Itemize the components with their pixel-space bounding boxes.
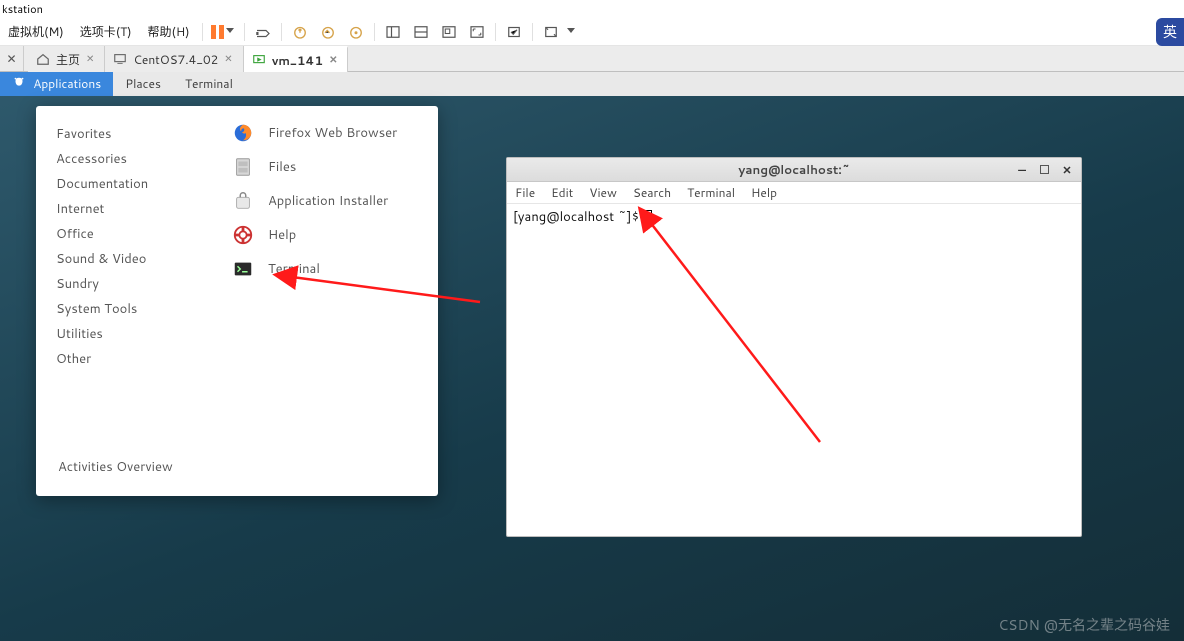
view-thumbnail-icon[interactable] [440, 23, 458, 41]
term-menu-help[interactable]: Help [751, 184, 777, 201]
term-menu-view[interactable]: View [589, 184, 617, 201]
menu-vm[interactable]: 虚拟机(M) [0, 23, 72, 40]
tab-vm141-label: vm_141 [272, 52, 323, 69]
category-internet[interactable]: Internet [56, 197, 206, 222]
vm-menubar: 虚拟机(M) 选项卡(T) 帮助(H) [0, 18, 1184, 46]
terminal-title: yang@localhost:~ [507, 161, 1081, 178]
cursor-icon [645, 210, 652, 223]
category-documentation[interactable]: Documentation [56, 172, 206, 197]
close-icon[interactable]: ✕ [86, 52, 94, 66]
enter-fullscreen-icon[interactable] [505, 23, 523, 41]
close-icon[interactable]: ✕ [1059, 162, 1075, 178]
terminal-window: yang@localhost:~ — ✕ File Edit View Sear… [506, 157, 1082, 537]
close-icon[interactable]: ✕ [329, 53, 337, 67]
snapshot-take-icon[interactable] [291, 23, 309, 41]
app-files-label: Files [268, 158, 296, 176]
lifebuoy-icon [232, 224, 254, 246]
app-installer-label: Application Installer [268, 192, 388, 210]
view-fullscreen-icon[interactable] [468, 23, 486, 41]
sidebar-close-icon[interactable]: ✕ [0, 46, 24, 71]
host-titlebar: kstation [0, 0, 1184, 18]
view-console-icon[interactable] [412, 23, 430, 41]
terminal-icon [232, 258, 254, 280]
stretch-dropdown-icon[interactable] [567, 28, 575, 33]
app-help[interactable]: Help [232, 218, 397, 252]
vm-tabstrip: ✕ 主页 ✕ CentOS7.4_02 ✕ vm_141 ✕ [0, 46, 1184, 72]
pause-dropdown-icon[interactable] [226, 28, 234, 33]
close-icon[interactable]: ✕ [224, 52, 232, 66]
gnome-top-bar: Applications Places Terminal [0, 72, 1184, 96]
ime-badge[interactable]: 英 [1156, 18, 1184, 46]
activities-overview[interactable]: Activities Overview [58, 458, 173, 476]
category-sound-video[interactable]: Sound & Video [56, 247, 206, 272]
snapshot-revert-icon[interactable] [319, 23, 337, 41]
gnome-applications[interactable]: Applications [0, 72, 113, 96]
app-help-label: Help [268, 226, 296, 244]
category-system-tools[interactable]: System Tools [56, 297, 206, 322]
minimize-icon[interactable]: — [1014, 162, 1030, 178]
gnome-applications-label: Applications [33, 75, 101, 92]
foot-icon [12, 76, 26, 90]
category-list: Favorites Accessories Documentation Inte… [56, 122, 206, 372]
snapshot-manage-icon[interactable] [347, 23, 365, 41]
gnome-terminal-menu[interactable]: Terminal [173, 72, 245, 96]
app-installer[interactable]: Application Installer [232, 184, 397, 218]
tab-centos-label: CentOS7.4_02 [133, 51, 218, 68]
terminal-menubar: File Edit View Search Terminal Help [507, 182, 1081, 204]
terminal-titlebar[interactable]: yang@localhost:~ — ✕ [507, 158, 1081, 182]
category-sundry[interactable]: Sundry [56, 272, 206, 297]
category-utilities[interactable]: Utilities [56, 322, 206, 347]
usb-icon[interactable] [254, 23, 272, 41]
app-terminal[interactable]: Terminal [232, 252, 397, 286]
firefox-icon [232, 122, 254, 144]
monitor-icon [113, 52, 127, 66]
term-menu-edit[interactable]: Edit [551, 184, 573, 201]
app-files[interactable]: Files [232, 150, 397, 184]
menu-help[interactable]: 帮助(H) [140, 23, 198, 40]
category-favorites[interactable]: Favorites [56, 122, 206, 147]
app-firefox[interactable]: Firefox Web Browser [232, 116, 397, 150]
app-terminal-label: Terminal [268, 260, 320, 278]
gnome-places[interactable]: Places [113, 72, 173, 96]
view-single-icon[interactable] [384, 23, 402, 41]
category-office[interactable]: Office [56, 222, 206, 247]
menu-tabs[interactable]: 选项卡(T) [72, 23, 140, 40]
tab-home-label: 主页 [56, 51, 80, 68]
guest-desktop: Applications Places Terminal Favorites A… [0, 72, 1184, 641]
tab-home[interactable]: 主页 ✕ [28, 46, 105, 72]
terminal-body[interactable]: [yang@localhost ~]$ [507, 204, 1081, 230]
stretch-icon[interactable] [542, 23, 560, 41]
term-menu-terminal[interactable]: Terminal [687, 184, 735, 201]
app-list: Firefox Web Browser Files Application In… [232, 116, 397, 286]
watermark: CSDN @无名之辈之码谷娃 [998, 615, 1170, 635]
applications-menu-popup: Favorites Accessories Documentation Inte… [36, 106, 438, 496]
home-icon [36, 52, 50, 66]
terminal-prompt: [yang@localhost ~]$ [513, 208, 643, 226]
category-accessories[interactable]: Accessories [56, 147, 206, 172]
file-cabinet-icon [232, 156, 254, 178]
term-menu-file[interactable]: File [515, 184, 535, 201]
pause-icon[interactable] [211, 25, 224, 39]
shopping-bag-icon [232, 190, 254, 212]
term-menu-search[interactable]: Search [633, 184, 671, 201]
app-firefox-label: Firefox Web Browser [268, 124, 397, 142]
maximize-icon[interactable] [1040, 165, 1049, 174]
monitor-active-icon [252, 53, 266, 67]
tab-vm141[interactable]: vm_141 ✕ [244, 46, 349, 72]
tab-centos[interactable]: CentOS7.4_02 ✕ [105, 46, 243, 72]
category-other[interactable]: Other [56, 347, 206, 372]
